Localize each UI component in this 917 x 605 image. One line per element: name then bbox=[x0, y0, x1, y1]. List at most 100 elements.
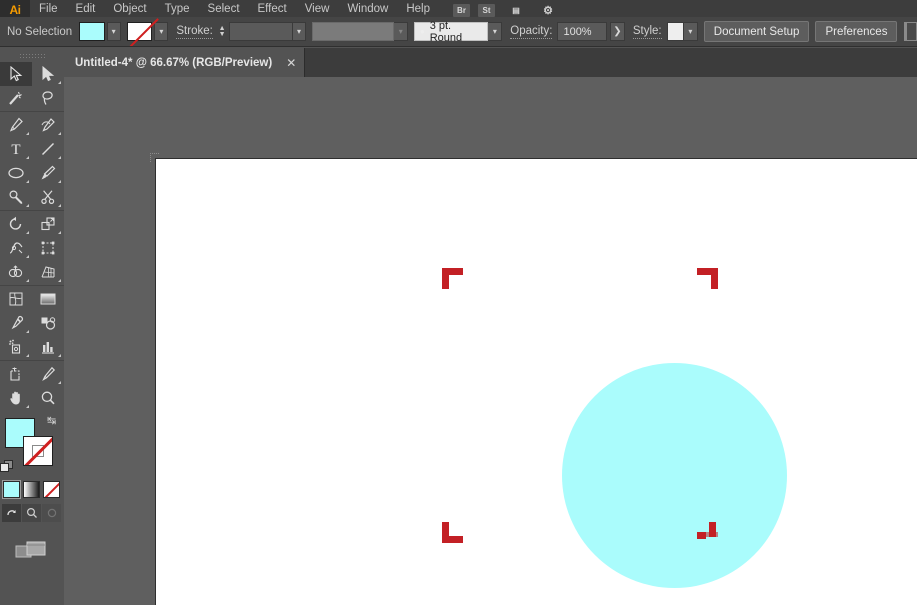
bridge-icon[interactable]: Br bbox=[453, 4, 470, 17]
flyout-corner-icon bbox=[58, 381, 61, 384]
variable-width-profile-field[interactable] bbox=[312, 22, 395, 41]
menu-bar: Ai File Edit Object Type Select Effect V… bbox=[0, 0, 917, 17]
tool-divider bbox=[0, 285, 64, 286]
flyout-corner-icon bbox=[58, 204, 61, 207]
normal-screen-mode-button[interactable] bbox=[2, 504, 21, 522]
stroke-chevron-down-icon[interactable]: ▾ bbox=[154, 22, 169, 41]
stroke-weight-field[interactable] bbox=[229, 22, 293, 41]
opacity-field[interactable]: 100% bbox=[557, 22, 608, 41]
width-tool[interactable] bbox=[0, 236, 32, 260]
menu-item-help[interactable]: Help bbox=[397, 1, 439, 17]
flyout-corner-icon bbox=[26, 231, 29, 234]
shaper-tool[interactable] bbox=[0, 185, 32, 209]
fill-stroke-controls: ↹ bbox=[0, 416, 64, 478]
menu-item-select[interactable]: Select bbox=[199, 1, 249, 17]
flyout-corner-icon bbox=[58, 354, 61, 357]
control-bar: No Selection ▾ ▾ Stroke: ▲ ▼ ▾ ▾ • 3 pt. … bbox=[0, 17, 917, 47]
none-mode-button[interactable] bbox=[43, 480, 60, 498]
flyout-corner-icon bbox=[26, 279, 29, 282]
stroke-color-swatch[interactable] bbox=[126, 22, 153, 41]
document-tab[interactable]: Untitled-4* @ 66.67% (RGB/Preview) ✕ bbox=[64, 48, 306, 77]
canvas-area[interactable] bbox=[64, 77, 917, 605]
brush-dot-icon: • bbox=[420, 24, 425, 39]
flyout-corner-icon bbox=[58, 81, 61, 84]
style-chevron-down-icon[interactable]: ▾ bbox=[683, 22, 698, 41]
free-transform-tool[interactable] bbox=[32, 236, 64, 260]
lasso-tool[interactable] bbox=[32, 86, 64, 110]
ellipse-shape[interactable] bbox=[562, 363, 787, 588]
tool-divider bbox=[0, 360, 64, 361]
fill-chevron-down-icon[interactable]: ▾ bbox=[106, 22, 121, 41]
crop-mark-bottom-left bbox=[442, 522, 463, 543]
arrange-documents-icon[interactable]: ▤ bbox=[503, 4, 529, 17]
perspective-grid-tool[interactable] bbox=[32, 260, 64, 284]
shape-builder-tool[interactable] bbox=[0, 260, 32, 284]
change-screen-mode-icon[interactable] bbox=[0, 536, 64, 566]
menu-item-window[interactable]: Window bbox=[338, 1, 397, 17]
gradient-mode-button[interactable] bbox=[23, 480, 40, 498]
opacity-chevron-right-icon[interactable]: ❯ bbox=[610, 22, 625, 41]
stock-icon[interactable]: St bbox=[478, 4, 495, 17]
menu-item-file[interactable]: File bbox=[30, 1, 67, 17]
menu-item-view[interactable]: View bbox=[296, 1, 339, 17]
tool-divider bbox=[0, 111, 64, 112]
eyedropper-tool[interactable] bbox=[0, 311, 32, 335]
hand-tool[interactable] bbox=[0, 386, 32, 410]
menu-item-effect[interactable]: Effect bbox=[249, 1, 296, 17]
menu-item-object[interactable]: Object bbox=[104, 1, 155, 17]
close-icon[interactable]: ✕ bbox=[286, 57, 296, 69]
illustrator-window: Ai File Edit Object Type Select Effect V… bbox=[0, 0, 917, 605]
full-screen-mode-button[interactable] bbox=[42, 504, 61, 522]
color-mode-button[interactable] bbox=[2, 479, 21, 499]
menu-item-type[interactable]: Type bbox=[156, 1, 199, 17]
workspace-switcher-icon[interactable]: ⚙ bbox=[537, 4, 559, 17]
stroke-swatch[interactable] bbox=[23, 436, 53, 466]
artboard-tool[interactable] bbox=[0, 362, 32, 386]
slice-tool[interactable] bbox=[32, 362, 64, 386]
stroke-weight-label: Stroke: bbox=[176, 24, 213, 39]
mesh-tool[interactable] bbox=[0, 287, 32, 311]
drag-handle-icon[interactable] bbox=[0, 48, 64, 62]
default-fill-stroke-icon[interactable] bbox=[0, 460, 14, 474]
symbol-sprayer-tool[interactable] bbox=[0, 335, 32, 359]
rotate-tool[interactable] bbox=[0, 212, 32, 236]
panel-toggle-icon[interactable] bbox=[904, 22, 917, 41]
gradient-tool[interactable] bbox=[32, 287, 64, 311]
opacity-label: Opacity: bbox=[510, 24, 553, 39]
scale-tool[interactable] bbox=[32, 212, 64, 236]
magic-wand-tool[interactable] bbox=[0, 86, 32, 110]
curvature-tool[interactable] bbox=[32, 113, 64, 137]
brush-definition-chevron-down-icon[interactable]: ▾ bbox=[488, 22, 503, 41]
type-tool[interactable]: T bbox=[0, 137, 32, 161]
stroke-weight-stepper[interactable]: ▲ ▼ bbox=[218, 22, 227, 41]
zoom-tool[interactable] bbox=[32, 386, 64, 410]
fill-color-swatch[interactable] bbox=[78, 22, 105, 41]
style-label: Style: bbox=[632, 24, 662, 39]
pen-tool[interactable] bbox=[0, 113, 32, 137]
column-graph-tool[interactable] bbox=[32, 335, 64, 359]
menu-item-edit[interactable]: Edit bbox=[67, 1, 105, 17]
direct-selection-tool[interactable] bbox=[32, 62, 64, 86]
line-segment-tool[interactable] bbox=[32, 137, 64, 161]
flyout-corner-icon bbox=[26, 132, 29, 135]
ellipse-tool[interactable] bbox=[0, 161, 32, 185]
flyout-corner-icon bbox=[26, 180, 29, 183]
blend-tool[interactable] bbox=[32, 311, 64, 335]
preferences-button[interactable]: Preferences bbox=[815, 21, 898, 42]
flyout-corner-icon bbox=[26, 330, 29, 333]
graphic-style-swatch[interactable] bbox=[666, 22, 684, 41]
artboard[interactable] bbox=[155, 158, 917, 605]
flyout-corner-icon bbox=[26, 405, 29, 408]
swap-fill-stroke-icon[interactable]: ↹ bbox=[47, 416, 59, 428]
brush-definition-field[interactable]: • 3 pt. Round bbox=[414, 20, 489, 44]
scissors-tool[interactable] bbox=[32, 185, 64, 209]
document-setup-button[interactable]: Document Setup bbox=[703, 21, 810, 42]
stroke-weight-chevron-down-icon[interactable]: ▾ bbox=[292, 22, 307, 41]
full-screen-menu-mode-button[interactable] bbox=[22, 504, 41, 522]
paintbrush-tool[interactable] bbox=[32, 161, 64, 185]
flyout-corner-icon bbox=[58, 279, 61, 282]
selection-tool[interactable] bbox=[0, 62, 32, 86]
tools-panel: T ↹ bbox=[0, 48, 64, 605]
variable-width-chevron-down-icon[interactable]: ▾ bbox=[394, 22, 409, 41]
paint-mode-buttons bbox=[0, 478, 64, 500]
